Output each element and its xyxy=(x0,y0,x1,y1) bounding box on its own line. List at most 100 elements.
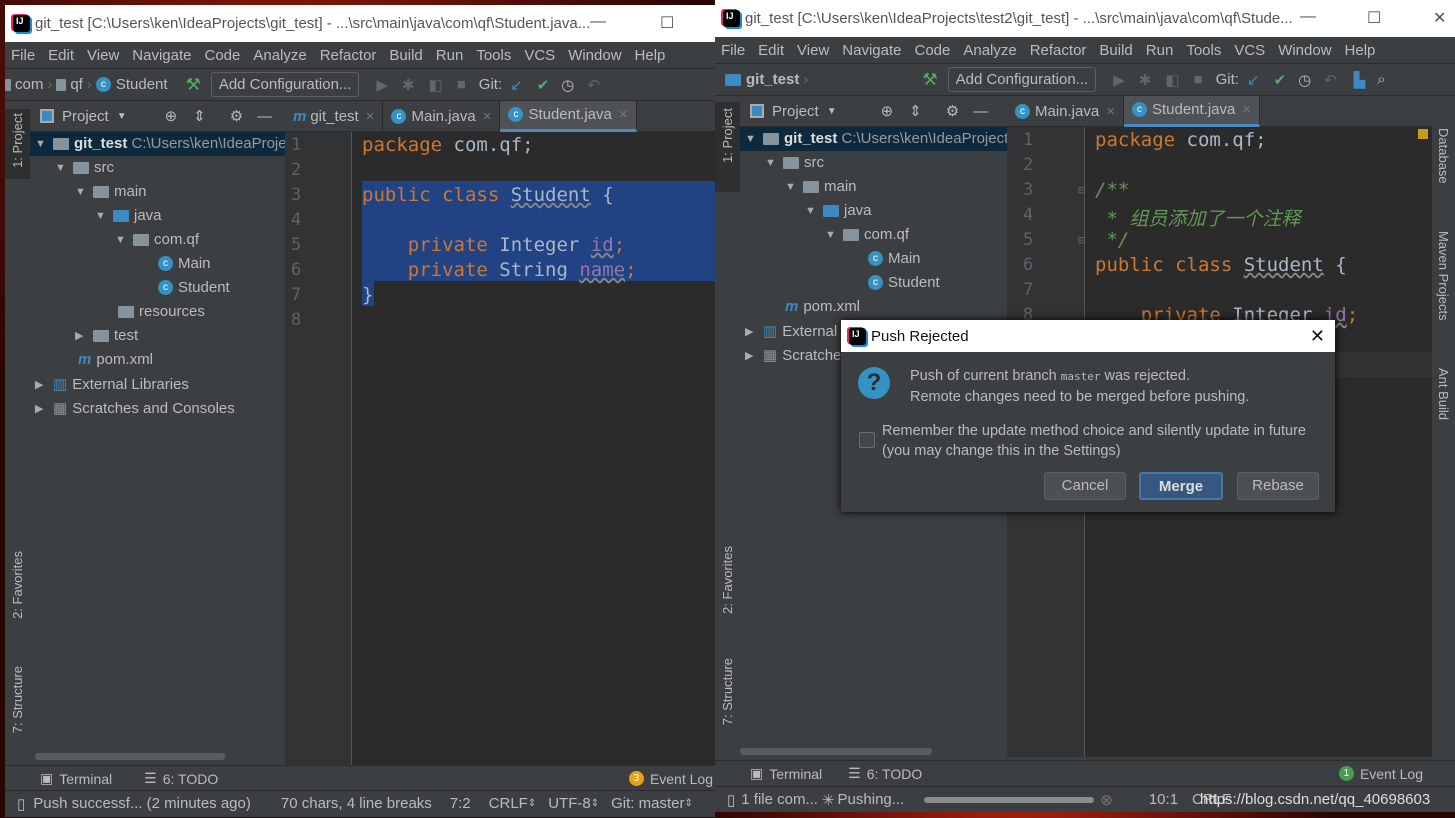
debug-icon[interactable]: ✱ xyxy=(402,76,415,94)
search-icon[interactable]: ⌕ xyxy=(1377,71,1385,88)
menu-edit[interactable]: Edit xyxy=(758,42,784,59)
git-rollback-icon[interactable]: ↶ xyxy=(587,76,600,94)
build-hammer-icon[interactable]: ⚒ xyxy=(922,70,937,90)
status-toggle-icon[interactable]: ▯ xyxy=(17,795,25,813)
project-view-dropdown[interactable]: Project xyxy=(62,108,109,125)
add-configuration-button[interactable]: Add Configuration... xyxy=(210,72,360,97)
caret-position[interactable]: 10:1 xyxy=(1149,791,1178,808)
close-button[interactable]: ✕ xyxy=(1433,8,1446,28)
tree-item-main-class[interactable]: c Main xyxy=(158,255,211,272)
stop-icon[interactable]: ■ xyxy=(1194,71,1203,88)
encoding[interactable]: UTF-8 xyxy=(548,795,591,812)
tree-item-package[interactable]: ▼ com.qf xyxy=(115,231,199,248)
gear-icon[interactable]: ⚙ xyxy=(230,107,243,125)
tab-student-java[interactable]: c Student.java × xyxy=(1123,95,1261,127)
menu-view[interactable]: View xyxy=(797,42,829,59)
menu-navigate[interactable]: Navigate xyxy=(842,42,901,59)
tree-item-src[interactable]: ▼ src xyxy=(765,154,824,171)
title-bar[interactable]: git_test [C:\Users\ken\IdeaProjects\git_… xyxy=(5,5,715,42)
minimize-button[interactable]: — xyxy=(590,13,606,31)
tool-structure[interactable]: 7: Structure xyxy=(10,666,25,733)
breadcrumb-student[interactable]: Student xyxy=(116,76,168,93)
menu-view[interactable]: View xyxy=(87,47,119,64)
menu-file[interactable]: File xyxy=(11,47,35,64)
menu-help[interactable]: Help xyxy=(1345,42,1376,59)
coverage-icon[interactable]: ◧ xyxy=(429,76,443,94)
git-branch[interactable]: Git: master xyxy=(611,795,684,812)
menu-tools[interactable]: Tools xyxy=(1186,42,1221,59)
menu-file[interactable]: File xyxy=(721,42,745,59)
tool-favorites[interactable]: 2: Favorites xyxy=(10,551,25,619)
tree-item-resources[interactable]: resources xyxy=(118,303,205,320)
git-update-icon[interactable]: ↙ xyxy=(1247,71,1260,89)
fold-icon[interactable]: ⊟ xyxy=(1078,183,1085,197)
breadcrumb-com[interactable]: com xyxy=(15,76,43,93)
tree-item-root[interactable]: ▼ git_test C:\Users\ken\IdeaProjects xyxy=(745,130,1016,147)
todo-tab[interactable]: 6: TODO xyxy=(867,766,923,782)
hide-icon[interactable]: — xyxy=(257,108,272,125)
tree-item-test[interactable]: ▶ test xyxy=(75,327,138,344)
tab-student-java[interactable]: c Student.java × xyxy=(500,100,637,132)
remember-checkbox[interactable] xyxy=(859,432,875,448)
tree-item-external-libraries[interactable]: ▶ ▥ External xyxy=(745,322,837,341)
menu-code[interactable]: Code xyxy=(914,42,950,59)
close-icon[interactable]: × xyxy=(1106,103,1115,120)
git-update-icon[interactable]: ↙ xyxy=(510,76,523,94)
tree-item-main-class[interactable]: c Main xyxy=(868,250,921,267)
menu-analyze[interactable]: Analyze xyxy=(963,42,1016,59)
gear-icon[interactable]: ⚙ xyxy=(946,102,959,120)
menu-code[interactable]: Code xyxy=(204,47,240,64)
breadcrumb-qf[interactable]: qf xyxy=(70,76,83,93)
close-icon[interactable]: × xyxy=(1242,101,1251,118)
tree-item-package[interactable]: ▼ com.qf xyxy=(825,226,909,243)
horizontal-scrollbar[interactable] xyxy=(35,753,225,760)
tree-item-scratches[interactable]: ▶ ▦ Scratche xyxy=(745,346,841,365)
menu-vcs[interactable]: VCS xyxy=(524,47,555,64)
menu-run[interactable]: Run xyxy=(1146,42,1174,59)
menu-window[interactable]: Window xyxy=(1278,42,1331,59)
tool-project[interactable]: 1: Project xyxy=(10,113,25,168)
close-icon[interactable]: × xyxy=(366,108,375,125)
rebase-button[interactable]: Rebase xyxy=(1237,472,1319,500)
tree-item-java[interactable]: ▼ java xyxy=(95,207,162,224)
tree-item-scratches[interactable]: ▶ ▦ Scratches and Consoles xyxy=(35,399,235,418)
git-rollback-icon[interactable]: ↶ xyxy=(1324,71,1337,89)
remember-label[interactable]: Remember the update method choice and si… xyxy=(882,421,1306,461)
terminal-tab[interactable]: Terminal xyxy=(59,771,112,787)
minimize-button[interactable]: — xyxy=(1300,8,1316,26)
run-icon[interactable]: ▶ xyxy=(1113,71,1125,89)
warning-marker[interactable] xyxy=(1418,129,1428,139)
menu-refactor[interactable]: Refactor xyxy=(1030,42,1087,59)
menu-build[interactable]: Build xyxy=(389,47,422,64)
tree-item-main[interactable]: ▼ main xyxy=(785,178,857,195)
maximize-button[interactable]: ☐ xyxy=(660,13,674,33)
status-message[interactable]: Push successf... (2 minutes ago) xyxy=(33,795,251,812)
git-commit-icon[interactable]: ✔ xyxy=(1273,71,1286,89)
git-history-icon[interactable]: ◷ xyxy=(561,76,574,94)
tree-item-student[interactable]: c Student xyxy=(158,279,230,296)
cancel-progress-icon[interactable]: ⊗ xyxy=(1100,791,1113,809)
menu-edit[interactable]: Edit xyxy=(48,47,74,64)
dialog-title-bar[interactable]: Push Rejected ✕ xyxy=(841,320,1335,352)
coverage-icon[interactable]: ◧ xyxy=(1165,71,1179,89)
build-hammer-icon[interactable]: ⚒ xyxy=(186,75,201,95)
tool-favorites[interactable]: 2: Favorites xyxy=(720,546,735,614)
tool-maven-projects[interactable]: Maven Projects xyxy=(1436,231,1451,321)
event-log-tab[interactable]: Event Log xyxy=(650,771,713,787)
tab-main-java[interactable]: c Main.java × xyxy=(1007,95,1124,127)
tool-structure[interactable]: 7: Structure xyxy=(720,658,735,725)
collapse-icon[interactable]: ⇕ xyxy=(193,107,206,125)
menu-refactor[interactable]: Refactor xyxy=(320,47,377,64)
tree-item-pom[interactable]: m pom.xml xyxy=(785,298,860,315)
status-toggle-icon[interactable]: ▯ xyxy=(727,791,735,809)
todo-tab[interactable]: 6: TODO xyxy=(163,771,219,787)
run-icon[interactable]: ▶ xyxy=(376,76,388,94)
tree-item-student[interactable]: c Student xyxy=(868,274,940,291)
maximize-button[interactable]: ☐ xyxy=(1367,8,1381,28)
tree-item-external-libraries[interactable]: ▶ ▥ External Libraries xyxy=(35,375,189,394)
tab-main-java[interactable]: c Main.java × xyxy=(383,100,501,132)
menu-run[interactable]: Run xyxy=(436,47,464,64)
tree-item-pom[interactable]: m pom.xml xyxy=(78,351,153,368)
collapse-icon[interactable]: ⇕ xyxy=(909,102,922,120)
tool-database[interactable]: Database xyxy=(1436,128,1451,184)
